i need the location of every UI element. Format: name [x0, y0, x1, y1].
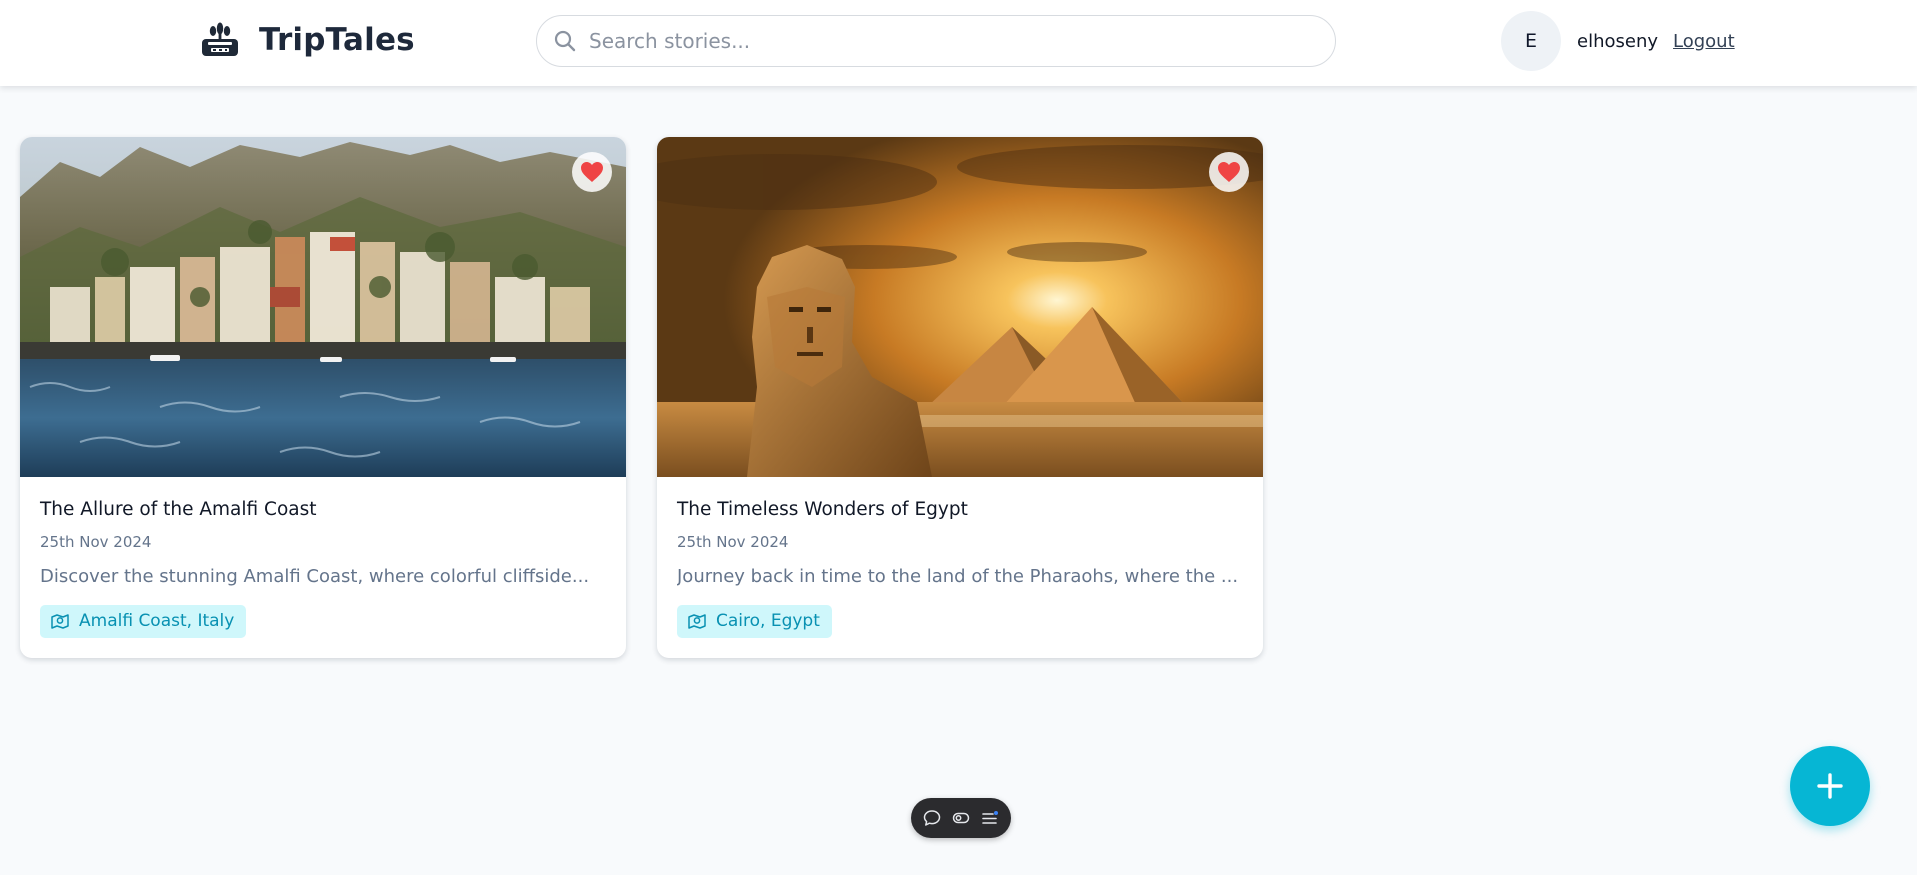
favorite-button[interactable]	[572, 152, 612, 192]
heart-icon	[1218, 162, 1240, 182]
logout-link[interactable]: Logout	[1673, 31, 1735, 52]
location-tag: Cairo, Egypt	[677, 605, 832, 638]
favorite-button[interactable]	[1209, 152, 1249, 192]
story-excerpt: Discover the stunning Amalfi Coast, wher…	[40, 566, 590, 587]
map-pin-icon	[51, 614, 69, 629]
plus-icon	[1817, 773, 1843, 799]
story-date: 25th Nov 2024	[40, 533, 152, 551]
story-card[interactable]: The Allure of the Amalfi Coast 25th Nov …	[20, 137, 626, 658]
user-menu: E elhoseny Logout	[1501, 11, 1735, 71]
story-image[interactable]	[20, 137, 626, 477]
brand[interactable]: TripTales	[199, 22, 415, 58]
avatar-initial: E	[1524, 30, 1537, 52]
location-label: Amalfi Coast, Italy	[79, 611, 235, 631]
story-title: The Allure of the Amalfi Coast	[40, 499, 317, 520]
story-card[interactable]: The Timeless Wonders of Egypt 25th Nov 2…	[657, 137, 1263, 658]
story-title: The Timeless Wonders of Egypt	[677, 499, 968, 520]
search-input[interactable]	[589, 29, 1309, 53]
chat-icon[interactable]	[922, 808, 942, 828]
floating-toolbar	[911, 798, 1011, 838]
brand-name: TripTales	[259, 22, 415, 58]
location-tag: Amalfi Coast, Italy	[40, 605, 247, 638]
story-excerpt: Journey back in time to the land of the …	[677, 566, 1239, 587]
username: elhoseny	[1577, 30, 1659, 52]
heart-icon	[581, 162, 603, 182]
story-date: 25th Nov 2024	[677, 533, 789, 551]
map-pin-icon	[688, 614, 706, 629]
sphinx-pyramids-photo	[657, 137, 1263, 477]
add-story-button[interactable]	[1790, 746, 1870, 826]
avatar[interactable]: E	[1501, 11, 1561, 71]
story-image[interactable]	[657, 137, 1263, 477]
search-bar[interactable]	[536, 15, 1336, 67]
search-icon	[554, 30, 576, 52]
location-label: Cairo, Egypt	[716, 611, 820, 631]
toggle-icon[interactable]	[951, 808, 971, 828]
travel-logo-icon	[202, 22, 238, 56]
amalfi-coast-photo	[20, 137, 626, 477]
top-navbar: TripTales E elhoseny Logout	[0, 0, 1917, 86]
list-icon[interactable]	[980, 808, 1000, 828]
